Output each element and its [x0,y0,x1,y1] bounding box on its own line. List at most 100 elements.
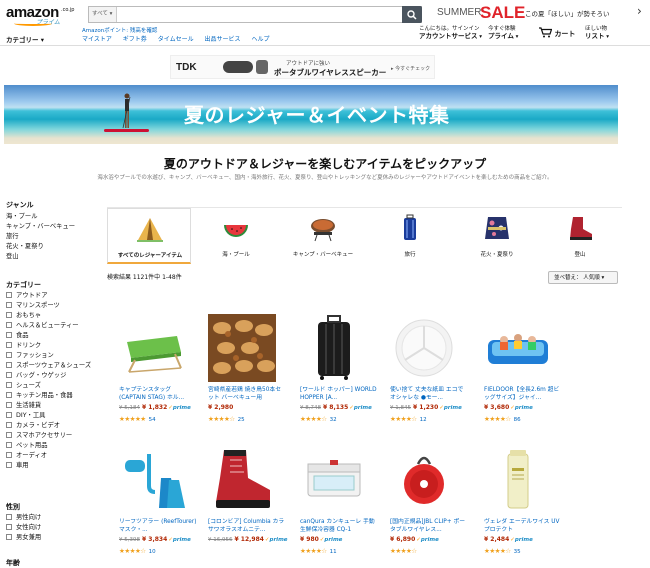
rating-stars[interactable]: ★★★★☆ 11 [300,547,337,555]
genre-item-travel[interactable]: 旅行 [6,232,75,242]
product-card[interactable]: 宮崎県産若鶏 焼き鳥50本セット バーベキュー用 ¥ 2,980 ★★★★☆ 25 [196,314,296,434]
category-item[interactable]: 車用 [6,461,91,471]
tab-camp-bbq[interactable]: キャンプ・バーベキュー [281,208,365,264]
category-menu[interactable]: カテゴリー ▾ [6,34,44,44]
product-title[interactable]: [国内正規品]JBL CLIP+ ポータブルワイヤレス... [390,518,468,534]
checkbox[interactable] [6,412,12,418]
checkbox[interactable] [6,392,12,398]
category-item[interactable]: アウトドア [6,291,91,301]
category-item[interactable]: オーディオ [6,451,91,461]
category-item[interactable]: 生活雑貨 [6,401,91,411]
amazon-logo[interactable]: amazon .co.jp プライム [6,4,76,26]
category-item[interactable]: スマホアクセサリー [6,431,91,441]
checkbox[interactable] [6,462,12,468]
product-title[interactable]: [コロンビア] Columbia カラサワオラスオムニテ... [208,518,286,534]
snorkel-icon[interactable] [119,446,187,514]
checkbox[interactable] [6,352,12,358]
product-title[interactable]: キャプテンスタッグ (CAPTAIN STAG) ホル... [119,386,197,402]
product-card[interactable]: canQura カンキューレ 手動 生鮮保冷容器 CQ-1 ¥ 980prime ★… [288,446,388,566]
review-count[interactable]: 25 [238,417,245,423]
checkbox[interactable] [6,534,12,540]
product-title[interactable]: canQura カンキューレ 手動 生鮮保冷容器 CQ-1 [300,518,378,534]
product-card[interactable]: [コロンビア] Columbia カラサワオラスオムニテ... ¥ 16,956 ¥… [196,446,296,566]
cooler-icon[interactable] [300,446,368,514]
product-card[interactable]: ヴェレダ エーデルワイス UVプロテクト ¥ 2,484prime ★★★★☆35 [472,446,572,566]
sunscreen-icon[interactable] [484,446,552,514]
category-item[interactable]: シューズ [6,381,91,391]
checkbox[interactable] [6,442,12,448]
tab-sea-pool[interactable]: 海・プール [194,208,278,264]
account-menu[interactable]: こんにちは。サインイン アカウントサービス ▾ [419,26,482,41]
rating-stars[interactable]: ★★★★☆ 12 [390,415,427,423]
prime-menu[interactable]: 今すぐ体験 プライム ▾ [488,26,518,41]
product-title[interactable]: FIELDOOR【全長2.6m 超ビッグサイズ】ジャイ... [484,386,562,402]
checkbox[interactable] [6,372,12,378]
nav-link-help[interactable]: ヘルプ [251,36,269,43]
summer-sale-promo[interactable]: SUMMER SALE この夏「ほしい」が勢そろい › [437,3,647,22]
gender-item[interactable]: 男性向け [6,513,41,523]
rating-stars[interactable]: ★★★★★ 54 [119,415,156,423]
review-count[interactable]: 11 [330,549,337,555]
category-item[interactable]: おもちゃ [6,311,91,321]
wishlist-menu[interactable]: ほしい物 リスト ▾ [585,26,609,41]
category-item[interactable]: バッグ・ウゲッジ [6,371,91,381]
pool-icon[interactable] [484,314,552,382]
category-item[interactable]: キッチン用品・食器 [6,391,91,401]
checkbox[interactable] [6,292,12,298]
rating-stars[interactable]: ★★★★☆ 25 [208,415,245,423]
product-card[interactable]: キャプテンスタッグ (CAPTAIN STAG) ホル... ¥ 5,184 ¥ 1… [107,314,207,434]
checkbox[interactable] [6,332,12,338]
category-item[interactable]: 食品 [6,331,91,341]
product-card[interactable]: [ワールド ホッパー] WORLD HOPPER [A... ¥ 8,748 ¥ 8… [288,314,388,434]
review-count[interactable]: 32 [330,417,337,423]
tab-all-leisure[interactable]: すべてのレジャーアイテム [107,208,191,264]
gender-item[interactable]: 女性向け [6,523,41,533]
search-category-dropdown[interactable]: すべて ▾ [89,7,117,22]
review-count[interactable]: 86 [514,417,521,423]
checkbox[interactable] [6,312,12,318]
checkbox[interactable] [6,524,12,530]
review-count[interactable]: 10 [149,549,156,555]
category-item[interactable]: カメラ・ビデオ [6,421,91,431]
paper-plate-icon[interactable] [390,314,458,382]
product-card[interactable]: 使い捨て 丈夫な紙皿 エコでオシャレな ●モー... ¥ 1,845 ¥ 1,230… [378,314,478,434]
review-count[interactable]: 12 [420,417,427,423]
search-input[interactable] [119,7,401,22]
category-item[interactable]: DIY・工具 [6,411,91,421]
product-title[interactable]: リーフツアラー (ReefTourer) マスク・... [119,518,197,534]
sort-dropdown[interactable]: 並べ替え： 人気順 ▾ [548,271,618,284]
checkbox[interactable] [6,422,12,428]
category-item[interactable]: ファッション [6,351,91,361]
rating-stars[interactable]: ★★★★☆ [390,547,417,555]
product-title[interactable]: 使い捨て 丈夫な紙皿 エコでオシャレな ●モー... [390,386,468,402]
genre-item-mountain[interactable]: 登山 [6,252,75,262]
nav-link-timesale[interactable]: タイムセール [158,36,194,43]
product-card[interactable]: [国内正規品]JBL CLIP+ ポータブルワイヤレス... ¥ 6,890pri… [378,446,478,566]
tab-travel[interactable]: 旅行 [368,208,452,264]
genre-item-fireworks[interactable]: 花火・夏祭り [6,242,75,252]
category-item[interactable]: スポーツウェア＆シューズ [6,361,91,371]
tab-fireworks[interactable]: 花火・夏祭り [455,208,539,264]
checkbox[interactable] [6,514,12,520]
review-count[interactable]: 35 [514,549,521,555]
speaker-icon[interactable] [390,446,458,514]
checkbox[interactable] [6,322,12,328]
cart-button[interactable]: カート [538,27,575,39]
category-item[interactable]: ドリンク [6,341,91,351]
nav-link-giftcard[interactable]: ギフト券 [123,36,147,43]
nav-link-seller[interactable]: 出品サービス [205,36,241,43]
hiking-boot-icon[interactable] [208,446,276,514]
checkbox[interactable] [6,432,12,438]
product-card[interactable]: リーフツアラー (ReefTourer) マスク・... ¥ 5,398 ¥ 3,8… [107,446,207,566]
tdk-ad-banner[interactable]: TDK アウトドアに強い ポータブルワイヤレススピーカー ▸ 今すぐチェック [170,55,435,79]
product-title[interactable]: [ワールド ホッパー] WORLD HOPPER [A... [300,386,378,402]
checkbox[interactable] [6,402,12,408]
nav-link-mystore[interactable]: マイストア [82,36,112,43]
product-title[interactable]: 宮崎県産若鶏 焼き鳥50本セット バーベキュー用 [208,386,286,402]
review-count[interactable]: 54 [149,417,156,423]
checkbox[interactable] [6,382,12,388]
product-title[interactable]: ヴェレダ エーデルワイス UVプロテクト [484,518,562,534]
rating-stars[interactable]: ★★★★☆ 10 [119,547,156,555]
checkbox[interactable] [6,452,12,458]
category-item[interactable]: ペット用品 [6,441,91,451]
